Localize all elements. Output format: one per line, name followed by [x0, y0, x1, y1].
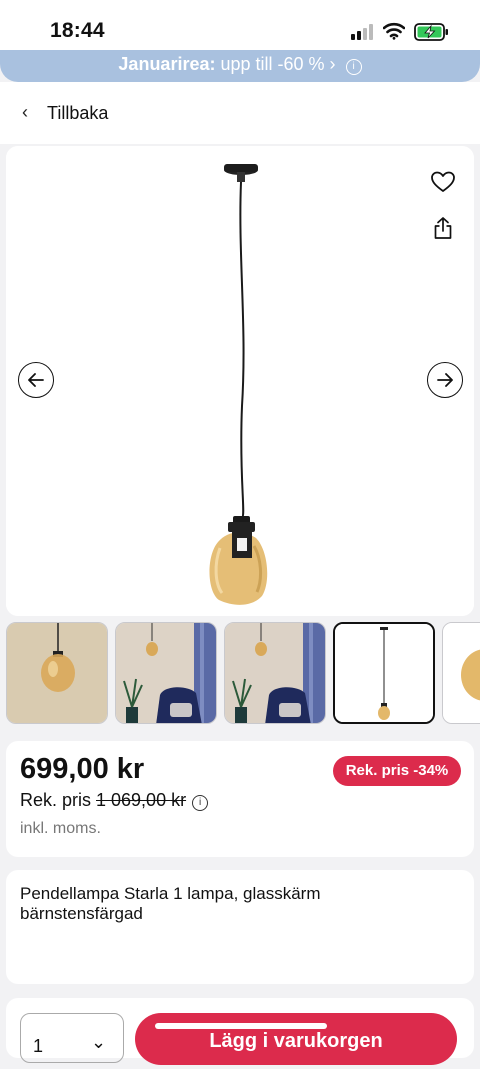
home-indicator	[155, 1023, 327, 1029]
next-image-button[interactable]	[427, 362, 463, 398]
quantity-selector[interactable]: 1 ⌄	[20, 1013, 124, 1063]
info-icon[interactable]: i	[192, 795, 209, 811]
share-icon[interactable]	[433, 216, 453, 240]
product-image[interactable]	[6, 146, 474, 616]
promo-banner[interactable]: Januarirea: upp till -60 % › i	[0, 50, 480, 82]
thumbnail[interactable]	[224, 622, 326, 724]
back-button[interactable]: Tillbaka	[47, 103, 108, 124]
back-row: ‹ Tillbaka	[0, 82, 480, 144]
promo-bold: Januarirea:	[118, 54, 216, 74]
product-gallery	[6, 146, 474, 616]
thumbnail-image	[335, 624, 433, 722]
chevron-left-icon[interactable]: ‹	[22, 102, 28, 123]
status-time: 18:44	[50, 19, 105, 42]
promo-text: upp till -60 % ›	[220, 54, 336, 74]
wifi-icon	[383, 22, 405, 40]
chevron-down-icon: ⌄	[91, 1032, 107, 1052]
product-title: Pendellampa Starla 1 lampa, glasskärm bä…	[20, 884, 321, 923]
thumbnail-image	[443, 623, 480, 723]
previous-image-button[interactable]	[18, 362, 54, 398]
thumbnail[interactable]	[442, 622, 480, 724]
thumbnail-image	[7, 623, 107, 723]
thumbnail[interactable]	[6, 622, 108, 724]
recommended-price-label: Rek. pris	[20, 790, 92, 810]
thumbnail-strip	[0, 620, 480, 728]
recommended-price-old: 1 069,00 kr	[96, 790, 187, 810]
discount-badge: Rek. pris -34%	[333, 756, 461, 786]
recommended-price-row: Rek. pris 1 069,00 kr i	[20, 790, 209, 811]
vat-note: inkl. moms.	[20, 820, 101, 837]
add-to-cart-button[interactable]: Lägg i varukorgen	[135, 1013, 457, 1065]
price: 699,00 kr	[20, 753, 145, 785]
signal-icon	[351, 24, 373, 40]
thumbnail-selected[interactable]	[333, 622, 435, 724]
heart-icon[interactable]	[430, 170, 456, 194]
quantity-value: 1	[33, 1036, 44, 1056]
title-card: Pendellampa Starla 1 lampa, glasskärm bä…	[6, 870, 474, 984]
arrow-right-icon	[437, 373, 453, 387]
thumbnail[interactable]	[115, 622, 217, 724]
arrow-left-icon	[28, 373, 44, 387]
battery-charging-icon	[414, 23, 448, 41]
info-icon[interactable]: i	[345, 59, 362, 75]
thumbnail-image	[225, 623, 325, 723]
price-card: 699,00 kr Rek. pris -34% Rek. pris 1 069,…	[6, 741, 474, 857]
thumbnail-image	[116, 623, 216, 723]
